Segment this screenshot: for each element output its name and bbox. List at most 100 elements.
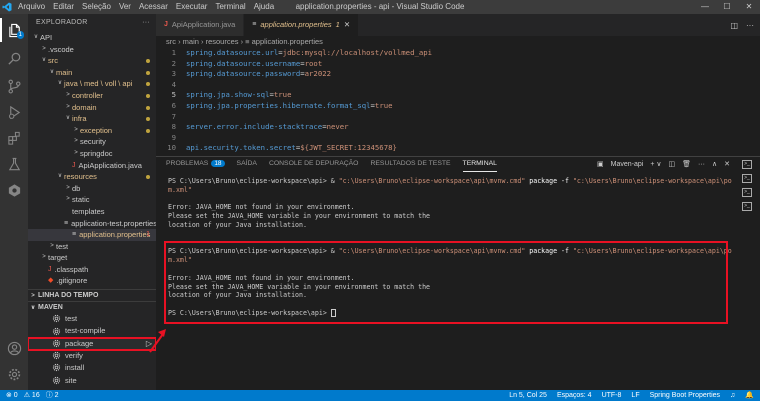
- menu-item-ver[interactable]: Ver: [115, 0, 135, 14]
- status-item[interactable]: UTF-8: [602, 390, 622, 401]
- close-icon[interactable]: ✕: [738, 0, 760, 14]
- status-item[interactable]: ♫: [730, 390, 735, 401]
- menu-item-acessar[interactable]: Acessar: [135, 0, 172, 14]
- terminal-tab-icon[interactable]: >_: [742, 160, 752, 169]
- terminal-tab-icon[interactable]: >_: [742, 174, 752, 183]
- status-problems-item[interactable]: ⚠ 16: [24, 390, 40, 401]
- chevron-up-icon[interactable]: ∧: [712, 160, 717, 168]
- more-actions-icon[interactable]: ···: [746, 21, 754, 30]
- tab-debug-console[interactable]: CONSOLE DE DEPURAÇÃO: [269, 157, 359, 171]
- run-icon[interactable]: ▷: [146, 338, 152, 350]
- tree-item[interactable]: > db: [28, 183, 156, 195]
- code-line: 6 spring.jpa.properties.hibernate.format_…: [156, 101, 760, 112]
- chevron-right-icon: >: [74, 126, 78, 133]
- status-item[interactable]: LF: [631, 390, 639, 401]
- tree-item[interactable]: ≡ application-test.properties: [28, 218, 156, 230]
- tree-item[interactable]: > target: [28, 252, 156, 264]
- maven-goal-install[interactable]: install: [28, 362, 156, 374]
- settings-gear-icon[interactable]: [0, 362, 28, 386]
- tab-terminal[interactable]: TERMINAL: [462, 157, 497, 172]
- menu-item-ajuda[interactable]: Ajuda: [250, 0, 278, 14]
- source-control-icon[interactable]: [0, 74, 28, 98]
- tree-item[interactable]: > static: [28, 194, 156, 206]
- tree-item[interactable]: ∨ API: [28, 32, 156, 44]
- files-icon[interactable]: 1: [0, 18, 28, 42]
- status-left: ⊗ 0 ⚠ 16 ⓘ 2: [6, 390, 59, 401]
- tree-item[interactable]: > .vscode: [28, 44, 156, 56]
- status-problems-item[interactable]: ⊗ 0: [6, 390, 18, 401]
- tree-item[interactable]: J .classpath: [28, 264, 156, 276]
- tree-item[interactable]: ∨ infra: [28, 113, 156, 125]
- account-icon[interactable]: [0, 336, 28, 360]
- terminal-tab-icon[interactable]: >_: [742, 202, 752, 211]
- timeline-title: LINHA DO TEMPO: [38, 291, 99, 299]
- tree-item[interactable]: ◆ .gitignore: [28, 275, 156, 287]
- split-terminal-icon[interactable]: ◫: [668, 160, 675, 168]
- tree-item[interactable]: > controller: [28, 90, 156, 102]
- explorer-sidebar: EXPLORADOR ··· ∨ API > .vscode ∨ src ∨ main ∨ jav…: [28, 14, 156, 390]
- extensions-icon[interactable]: [0, 126, 28, 150]
- tree-item[interactable]: J ApiApplication.java: [28, 160, 156, 172]
- run-debug-icon[interactable]: [0, 100, 28, 124]
- tree-item[interactable]: > domain: [28, 102, 156, 114]
- add-terminal-icon[interactable]: + ∨: [650, 160, 661, 168]
- maven-goal-label: package: [65, 338, 94, 348]
- window-controls: — ☐ ✕: [694, 0, 760, 14]
- status-problems-item[interactable]: ⓘ 2: [46, 390, 59, 401]
- timeline-section-header[interactable]: > LINHA DO TEMPO: [28, 289, 156, 301]
- testing-icon[interactable]: [0, 152, 28, 176]
- maven-section-header[interactable]: ∨ MAVEN: [28, 301, 156, 313]
- more-actions-icon[interactable]: ···: [698, 161, 705, 168]
- maven-goal-site[interactable]: site: [28, 375, 156, 387]
- maven-goal-verify[interactable]: verify: [28, 350, 156, 362]
- line-number: 8: [171, 122, 176, 132]
- terminal-select[interactable]: Maven-api: [611, 161, 644, 168]
- line-number: 5: [171, 90, 176, 100]
- breadcrumb[interactable]: src › main › resources › ≡ application.p…: [156, 36, 760, 48]
- menu-item-executar[interactable]: Executar: [172, 0, 212, 14]
- chevron-right-icon: >: [31, 292, 35, 299]
- menu-item-arquivo[interactable]: Arquivo: [14, 0, 49, 14]
- maven-goal-package[interactable]: package ▷: [28, 336, 156, 351]
- menu-item-seleção[interactable]: Seleção: [78, 0, 115, 14]
- tree-item[interactable]: > exception: [28, 125, 156, 137]
- search-icon[interactable]: [0, 46, 28, 70]
- property-value: jdbc:mysql://localhost/vollmed_api: [282, 48, 433, 57]
- tab-output[interactable]: SAÍDA: [237, 157, 257, 171]
- status-right: Ln 5, Col 25 Espaços: 4 UTF-8 LF Spring Boot…: [509, 390, 754, 401]
- split-editor-icon[interactable]: ◫: [730, 21, 738, 30]
- tab-application-properties[interactable]: ≡ application.properties 1 ✕: [244, 14, 360, 36]
- tree-item[interactable]: ∨ resources: [28, 171, 156, 183]
- maven-goal-test[interactable]: test: [28, 313, 156, 325]
- close-icon[interactable]: ✕: [344, 14, 350, 36]
- terminal-tab-icon[interactable]: >_: [742, 188, 752, 197]
- spring-boot-icon[interactable]: [0, 178, 28, 202]
- code-editor[interactable]: 1 spring.datasource.url = jdbc:mysql://loca…: [156, 48, 760, 156]
- tree-item[interactable]: > test: [28, 241, 156, 253]
- menu-item-editar[interactable]: Editar: [49, 0, 78, 14]
- tree-item[interactable]: templates: [28, 206, 156, 218]
- tab-api-application[interactable]: J ApiApplication.java: [156, 14, 245, 36]
- status-item[interactable]: Espaços: 4: [557, 390, 592, 401]
- status-item[interactable]: Spring Boot Properties: [650, 390, 720, 401]
- status-item[interactable]: 🔔: [745, 390, 754, 401]
- tree-item[interactable]: ∨ main: [28, 67, 156, 79]
- minimize-icon[interactable]: —: [694, 0, 716, 14]
- maven-goal-test-compile[interactable]: test-compile: [28, 325, 156, 337]
- property-key: spring.jpa.properties.hibernate.format_s…: [186, 100, 371, 110]
- maximize-icon[interactable]: ☐: [716, 0, 738, 14]
- tab-problems[interactable]: PROBLEMAS 18: [166, 157, 225, 171]
- trash-icon[interactable]: 🗑: [682, 160, 691, 168]
- tree-item[interactable]: ∨ src: [28, 55, 156, 67]
- tree-item[interactable]: ≡ application.properties 1: [28, 229, 156, 241]
- status-item[interactable]: Ln 5, Col 25: [509, 390, 547, 401]
- more-actions-icon[interactable]: ···: [142, 14, 150, 32]
- tab-test-results[interactable]: RESULTADOS DE TESTE: [370, 157, 450, 171]
- properties-file-icon: ≡: [252, 21, 257, 28]
- terminal-text: m.xml": [168, 185, 192, 194]
- tree-item[interactable]: > security: [28, 136, 156, 148]
- tree-item[interactable]: ∨ java \ med \ voll \ api: [28, 78, 156, 90]
- close-icon[interactable]: ✕: [724, 160, 730, 168]
- menu-item-terminal[interactable]: Terminal: [211, 0, 249, 14]
- tree-item[interactable]: > springdoc: [28, 148, 156, 160]
